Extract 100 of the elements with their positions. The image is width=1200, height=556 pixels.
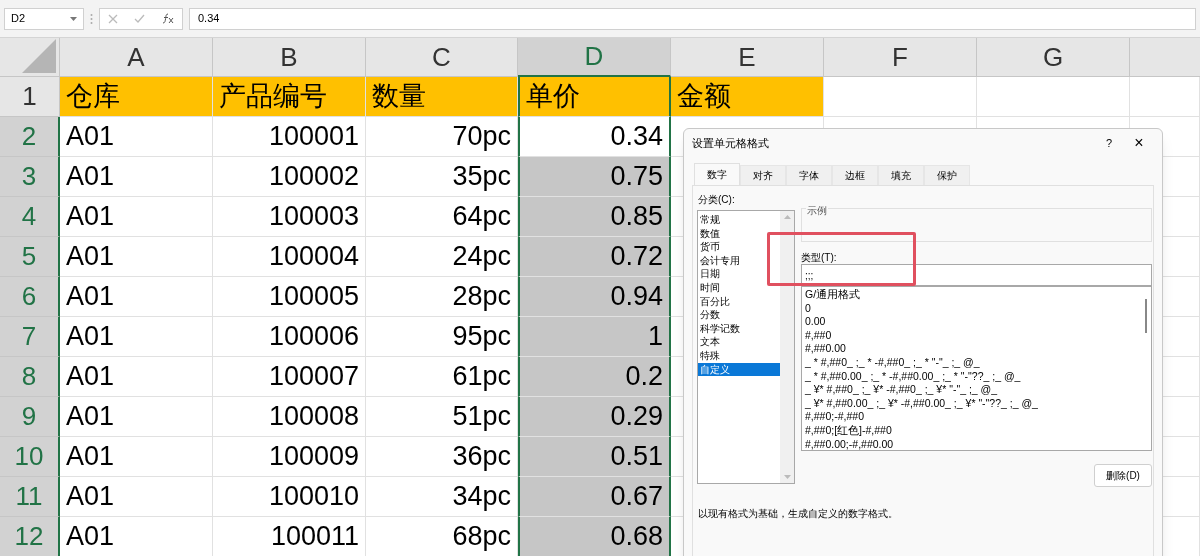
table-cell: 95pc	[366, 317, 518, 357]
table-cell: 产品编号	[213, 77, 366, 117]
table-cell: 100005	[213, 277, 366, 317]
category-list[interactable]: 常规 数值 货币 会计专用 日期 时间 百分比 分数 科学记数 文本 特殊 自定义	[697, 210, 795, 484]
check-icon[interactable]	[134, 14, 146, 23]
format-item[interactable]: 0	[805, 301, 1141, 316]
row-header[interactable]: 5	[0, 237, 60, 277]
tab[interactable]: 边框	[832, 165, 878, 185]
grip-icon	[90, 12, 93, 25]
category-item[interactable]: 时间	[698, 280, 780, 295]
table-cell: A01	[60, 437, 213, 477]
format-item[interactable]: 0.00	[805, 315, 1141, 329]
table-cell: 35pc	[366, 157, 518, 197]
column-header[interactable]: D	[518, 38, 671, 77]
dropdown-arrow-icon	[70, 16, 77, 21]
row-header[interactable]: 9	[0, 397, 60, 437]
table-cell: A01	[60, 277, 213, 317]
row-header[interactable]: 1	[0, 77, 60, 117]
row-header[interactable]: 11	[0, 477, 60, 517]
tab[interactable]: 保护	[924, 165, 970, 185]
table-cell: 100007	[213, 357, 366, 397]
table-cell: 0.51	[518, 437, 671, 477]
table-cell: A01	[60, 117, 213, 157]
table-cell: 51pc	[366, 397, 518, 437]
row-header[interactable]: 3	[0, 157, 60, 197]
column-header[interactable]: G	[977, 38, 1130, 77]
header-cell	[1130, 38, 1200, 77]
table-cell: A01	[60, 357, 213, 397]
tab[interactable]: 字体	[786, 165, 832, 185]
category-item[interactable]: 百分比	[698, 294, 780, 309]
format-item[interactable]: _ ¥* #,##0.00_ ;_ ¥* -#,##0.00_ ;_ ¥* "-"??_ ;_ @_	[805, 396, 1141, 411]
format-item[interactable]: _ * #,##0_ ;_ * -#,##0_ ;_ * "-"_ ;_ @_	[805, 355, 1141, 370]
function-icon[interactable]	[161, 13, 174, 24]
dialog-title: 设置单元格格式	[692, 135, 770, 151]
category-item[interactable]: 文本	[698, 335, 780, 349]
category-item[interactable]: 科学记数	[698, 321, 780, 336]
format-list[interactable]	[801, 286, 1152, 451]
formula-bar[interactable]: 0.34	[189, 7, 1196, 30]
category-item[interactable]: 常规	[698, 213, 780, 227]
table-cell: 24pc	[366, 237, 518, 277]
category-item[interactable]: 会计专用	[698, 253, 780, 268]
row-header[interactable]: 8	[0, 357, 60, 397]
scrollbar-thumb[interactable]	[1145, 299, 1147, 333]
row-header[interactable]: 2	[0, 117, 60, 157]
table-cell: 0.94	[518, 277, 671, 317]
row-header[interactable]: 6	[0, 277, 60, 317]
table-cell: 100006	[213, 317, 366, 357]
table-cell: 0.67	[518, 477, 671, 517]
category-item[interactable]: 特殊	[698, 348, 780, 363]
type-input-field[interactable]: ;;;	[801, 264, 1152, 286]
table-cell: 100003	[213, 197, 366, 237]
table-cell: 36pc	[366, 437, 518, 477]
sample-label: 示例	[806, 203, 828, 218]
table-cell: A01	[60, 397, 213, 437]
table-cell: 0.75	[518, 157, 671, 197]
table-cell: A01	[60, 477, 213, 517]
table-cell: 0.2	[518, 357, 671, 397]
table-cell: 金额	[671, 77, 824, 117]
name-box[interactable]: D2	[4, 7, 84, 30]
column-header[interactable]: E	[671, 38, 824, 77]
table-cell: 0.85	[518, 197, 671, 237]
category-item[interactable]: 自定义	[698, 362, 780, 377]
row-header[interactable]: 12	[0, 517, 60, 556]
close-button[interactable]: ×	[1124, 135, 1154, 151]
column-header[interactable]: B	[213, 38, 366, 77]
table-cell: A01	[60, 317, 213, 357]
table-cell: 0.29	[518, 397, 671, 437]
tab[interactable]: 对齐	[740, 165, 786, 185]
format-item[interactable]: #,##0;-#,##0	[805, 410, 1141, 424]
table-cell: 61pc	[366, 357, 518, 397]
table-cell: 0.34	[518, 117, 671, 157]
table-cell: A01	[60, 157, 213, 197]
format-item[interactable]: #,##0;[红色]-#,##0	[805, 423, 1141, 438]
column-header[interactable]: F	[824, 38, 977, 77]
table-cell: 34pc	[366, 477, 518, 517]
delete-button[interactable]: 删除(D)	[1094, 464, 1152, 487]
format-item[interactable]: #,##0.00;-#,##0.00	[805, 437, 1141, 450]
category-item[interactable]: 数值	[698, 226, 780, 241]
table-cell: 100010	[213, 477, 366, 517]
category-item[interactable]: 日期	[698, 267, 780, 281]
format-item[interactable]: G/通用格式	[805, 288, 1141, 302]
cancel-icon[interactable]	[108, 13, 119, 24]
row-header[interactable]: 7	[0, 317, 60, 357]
row-header[interactable]: 10	[0, 437, 60, 477]
scroll-up-icon[interactable]	[783, 215, 791, 219]
category-item[interactable]: 货币	[698, 240, 780, 254]
tab[interactable]: 填充	[878, 165, 924, 185]
row-header[interactable]: 4	[0, 197, 60, 237]
category-item[interactable]: 分数	[698, 308, 780, 322]
scroll-down-icon[interactable]	[783, 475, 791, 479]
help-button[interactable]: ?	[1094, 134, 1124, 152]
table-cell: 28pc	[366, 277, 518, 317]
tab[interactable]: 数字	[694, 163, 740, 185]
column-header[interactable]: A	[60, 38, 213, 77]
format-item[interactable]: _ * #,##0.00_ ;_ * -#,##0.00_ ;_ * "-"??_ ;_ @_	[805, 369, 1141, 384]
category-label: 分类(C):	[698, 193, 735, 207]
format-item[interactable]: #,##0	[805, 328, 1141, 343]
format-item[interactable]: _ ¥* #,##0_ ;_ ¥* -#,##0_ ;_ ¥* "-"_ ;_ @_	[805, 383, 1141, 397]
format-item[interactable]: #,##0.00	[805, 342, 1141, 356]
column-header[interactable]: C	[366, 38, 518, 77]
